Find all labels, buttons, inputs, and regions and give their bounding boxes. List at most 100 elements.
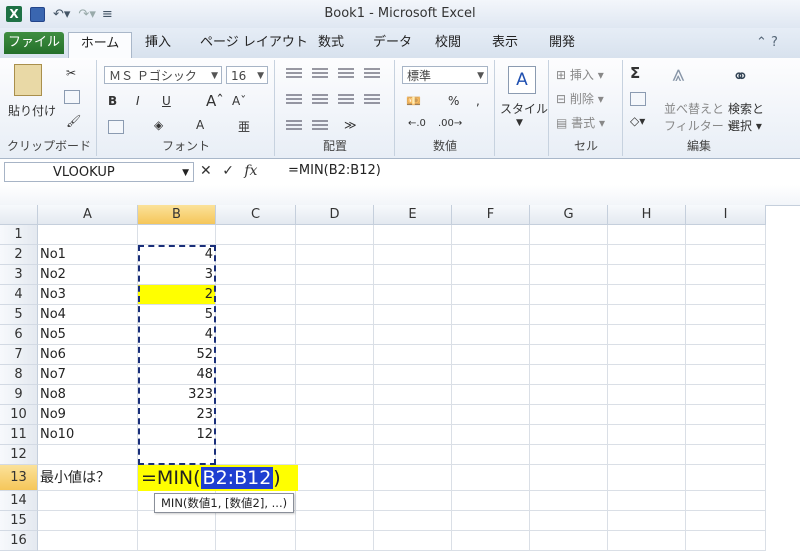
grid-cell[interactable]: [608, 405, 686, 425]
grid-cell[interactable]: [530, 225, 608, 245]
grid-cell[interactable]: [686, 225, 766, 245]
binoculars-icon[interactable]: ⚭: [732, 64, 749, 88]
grid-cell[interactable]: [216, 425, 296, 445]
grid-cell[interactable]: [608, 425, 686, 445]
italic-button[interactable]: I: [136, 94, 140, 108]
grid-cell[interactable]: [296, 531, 374, 551]
row-header[interactable]: 1: [0, 225, 38, 245]
clear-icon[interactable]: ◇▾: [630, 114, 645, 128]
grid-cell[interactable]: [296, 385, 374, 405]
borders-icon[interactable]: [108, 120, 124, 134]
percent-button[interactable]: %: [448, 94, 459, 108]
grid-cell[interactable]: [608, 245, 686, 265]
grow-font-icon[interactable]: Aˆ: [206, 92, 224, 110]
grid-cell[interactable]: [296, 265, 374, 285]
grid-cell[interactable]: [296, 425, 374, 445]
row-header[interactable]: 14: [0, 491, 38, 511]
font-name-combo[interactable]: ＭＳ Ｐゴシック ▼: [104, 66, 222, 84]
align-left-icon[interactable]: [286, 94, 302, 106]
top-align-icon[interactable]: [286, 68, 302, 80]
grid-cell[interactable]: [452, 285, 530, 305]
grid-cell[interactable]: [530, 265, 608, 285]
font-size-combo[interactable]: 16 ▼: [226, 66, 268, 84]
column-header[interactable]: H: [608, 205, 686, 225]
row-header[interactable]: 4: [0, 285, 38, 305]
formula-input[interactable]: =MIN(B2:B12): [288, 163, 381, 178]
grid-cell[interactable]: [296, 225, 374, 245]
cut-icon[interactable]: ✂: [66, 66, 76, 80]
grid-cell[interactable]: [374, 245, 452, 265]
grid-cell[interactable]: [608, 531, 686, 551]
grid-cell[interactable]: [686, 405, 766, 425]
grid-cell[interactable]: [608, 365, 686, 385]
grid-cell[interactable]: [686, 385, 766, 405]
orientation-icon[interactable]: ≫: [344, 118, 357, 132]
grid-cell[interactable]: [686, 345, 766, 365]
paste-button[interactable]: 貼り付け: [8, 102, 56, 119]
grid-cell[interactable]: [608, 325, 686, 345]
grid-cell[interactable]: [296, 345, 374, 365]
grid-cell[interactable]: [216, 345, 296, 365]
phonetic-icon[interactable]: 亜: [238, 118, 250, 135]
grid-cell[interactable]: [452, 325, 530, 345]
insert-cells-button[interactable]: ⊞ 挿入 ▾: [556, 66, 604, 83]
cell-styles-icon[interactable]: A: [508, 66, 536, 94]
grid-cell[interactable]: [374, 285, 452, 305]
row-header[interactable]: 3: [0, 265, 38, 285]
row-header[interactable]: 6: [0, 325, 38, 345]
grid-cell[interactable]: [530, 345, 608, 365]
tab-page-layout[interactable]: ページ レイアウト: [200, 32, 308, 54]
sort-filter-icon[interactable]: ⩓: [672, 62, 684, 87]
grid-cell[interactable]: [296, 305, 374, 325]
active-edit-cell[interactable]: =MIN(B2:B12): [138, 465, 298, 491]
grid-cell[interactable]: [374, 365, 452, 385]
grid-cell[interactable]: 2: [138, 285, 216, 305]
grid-cell[interactable]: [686, 445, 766, 465]
grid-cell[interactable]: [374, 465, 452, 491]
grid-cell[interactable]: [216, 245, 296, 265]
font-color-icon[interactable]: A: [196, 118, 204, 132]
grid-cell[interactable]: [452, 445, 530, 465]
format-cells-button[interactable]: ▤ 書式 ▾: [556, 114, 605, 131]
tab-developer[interactable]: 開発: [549, 32, 575, 54]
grid-cell[interactable]: [686, 305, 766, 325]
grid-cell[interactable]: [530, 405, 608, 425]
column-header[interactable]: B: [138, 205, 216, 225]
grid-cell[interactable]: [452, 425, 530, 445]
underline-button[interactable]: U: [162, 94, 171, 108]
column-header[interactable]: I: [686, 205, 766, 225]
grid-cell[interactable]: [452, 305, 530, 325]
grid-cell[interactable]: [374, 491, 452, 511]
grid-cell[interactable]: [686, 465, 766, 491]
grid-cell[interactable]: [686, 491, 766, 511]
grid-cell[interactable]: [530, 365, 608, 385]
grid-cell[interactable]: [216, 305, 296, 325]
grid-cell[interactable]: [452, 405, 530, 425]
autosum-button[interactable]: Σ: [630, 64, 640, 82]
column-header[interactable]: C: [216, 205, 296, 225]
grid-cell[interactable]: 52: [138, 345, 216, 365]
grid-cell[interactable]: No9: [38, 405, 138, 425]
grid-cell[interactable]: [216, 531, 296, 551]
column-header[interactable]: G: [530, 205, 608, 225]
tab-home[interactable]: ホーム: [68, 32, 132, 59]
row-header[interactable]: 5: [0, 305, 38, 325]
insert-function-icon[interactable]: fx: [244, 163, 257, 179]
grid-cell[interactable]: [374, 531, 452, 551]
column-header[interactable]: A: [38, 205, 138, 225]
grid-cell[interactable]: [216, 325, 296, 345]
grid-cell[interactable]: [38, 445, 138, 465]
grid-cell[interactable]: 23: [138, 405, 216, 425]
grid-cell[interactable]: [608, 305, 686, 325]
grid-cell[interactable]: No4: [38, 305, 138, 325]
grid-cell[interactable]: [608, 445, 686, 465]
grid-cell[interactable]: [216, 511, 296, 531]
wrap-text-icon[interactable]: [364, 68, 380, 80]
row-header[interactable]: 12: [0, 445, 38, 465]
grid-cell[interactable]: [374, 225, 452, 245]
grid-cell[interactable]: [530, 245, 608, 265]
align-center-icon[interactable]: [312, 94, 328, 106]
grid-cell[interactable]: [608, 225, 686, 245]
grid-cell[interactable]: 4: [138, 325, 216, 345]
grid-cell[interactable]: [374, 511, 452, 531]
